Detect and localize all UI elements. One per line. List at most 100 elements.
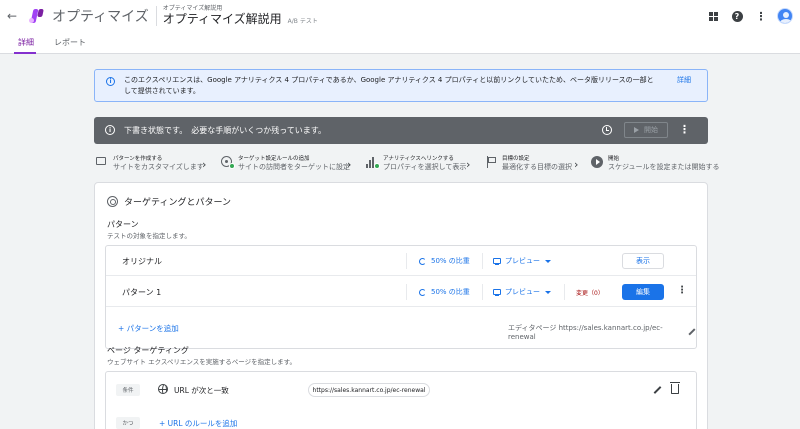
- editor-page-text: エディタページ https://sales.kannart.co.jp/ec-r…: [508, 324, 663, 341]
- step-title: 開始: [608, 156, 620, 162]
- step-create-variants[interactable]: パターンを作成する サイトをカスタマイズします: [96, 155, 204, 172]
- start-button[interactable]: 開始: [624, 122, 668, 138]
- url-rules-box: 条件 URL が次と一致 https://sales.kannart.co.jp…: [105, 371, 697, 429]
- and-chip: かつ: [116, 417, 140, 429]
- weight-label: 50% の比重: [431, 288, 470, 296]
- column-divider: [406, 284, 407, 300]
- targeting-variants-card: ターゲティングとパターン パターン テストの対象を指定します。 オリジナル 50…: [94, 182, 708, 429]
- preview-label: プレビュー: [505, 257, 540, 265]
- step-subtitle: サイトをカスタマイズします: [113, 163, 204, 171]
- view-button[interactable]: 表示: [622, 253, 664, 269]
- sync-icon: [419, 257, 426, 265]
- breadcrumb: オプティマイズ解説用 オプティマイズ解説用 A/B テスト: [163, 6, 318, 26]
- step-link-analytics[interactable]: アナリティクスへリンクする プロパティを選択して表示: [366, 155, 466, 172]
- monitor-icon: [493, 289, 501, 297]
- chevron-right-icon: ›: [574, 158, 579, 171]
- column-divider: [482, 253, 483, 269]
- experience-type: A/B テスト: [287, 17, 318, 25]
- tab-details[interactable]: 詳細: [18, 37, 34, 48]
- more-vert-icon[interactable]: ⋮: [677, 285, 687, 296]
- info-details-link[interactable]: 詳細: [677, 75, 691, 85]
- variants-section-title: パターン: [107, 220, 139, 229]
- step-subtitle: プロパティを選択して表示: [383, 163, 467, 171]
- schedule-clock-icon[interactable]: [602, 125, 612, 135]
- column-divider: [406, 253, 407, 269]
- step-add-targeting[interactable]: ターゲット設定ルールの追加 サイトの訪問者をターゲットに設定: [221, 155, 350, 172]
- pencil-icon[interactable]: [653, 386, 662, 394]
- chevron-right-icon: ›: [202, 158, 207, 171]
- active-tab-indicator: [14, 52, 36, 54]
- variant-weight[interactable]: 50% の比重: [419, 256, 470, 266]
- preview-label: プレビュー: [505, 288, 540, 296]
- url-rule-label: URL が次と一致: [174, 386, 229, 395]
- play-circle-icon: [591, 156, 603, 168]
- variants-section-subtitle: テストの対象を指定します。: [107, 232, 191, 240]
- column-divider: [482, 284, 483, 300]
- step-subtitle: サイトの訪問者をターゲットに設定: [238, 163, 350, 171]
- analytics-bars-icon: [366, 156, 380, 169]
- apps-grid-icon[interactable]: [704, 7, 722, 25]
- add-url-rule-link[interactable]: + URL のルールを追加: [159, 418, 237, 429]
- header-divider: [155, 6, 157, 26]
- step-subtitle: 最適化する目標の選択: [502, 163, 572, 171]
- step-title: 目標の設定: [502, 156, 530, 162]
- start-button-label: 開始: [644, 126, 658, 134]
- card-header: ターゲティングとパターン: [107, 195, 231, 208]
- condition-chip: 条件: [116, 384, 140, 396]
- play-icon: [634, 127, 639, 133]
- tab-bar: 詳細 レポート: [0, 32, 800, 54]
- help-icon[interactable]: ?: [728, 7, 746, 25]
- edit-button[interactable]: 編集: [622, 284, 664, 300]
- target-icon: [107, 196, 118, 207]
- check-badge-icon: [374, 163, 380, 169]
- step-title: ターゲット設定ルールの追加: [238, 156, 310, 162]
- variant-weight[interactable]: 50% の比重: [419, 287, 470, 297]
- preview-dropdown[interactable]: プレビュー: [493, 256, 551, 266]
- target-icon: [221, 156, 235, 169]
- column-divider: [564, 284, 565, 300]
- variant-name: パターン 1: [122, 288, 162, 297]
- variant-row-1: パターン 1 50% の比重 プレビュー 変更（0） 編集 ⋮: [106, 277, 696, 307]
- step-title: パターンを作成する: [113, 156, 163, 162]
- step-set-objectives[interactable]: 目標の設定 最適化する目標の選択: [485, 155, 572, 172]
- url-value-chip[interactable]: https://sales.kannart.co.jp/ec-renewal: [308, 383, 430, 397]
- step-title: アナリティクスへリンクする: [383, 156, 454, 162]
- info-icon: i: [106, 77, 115, 86]
- caret-down-icon: [545, 259, 551, 263]
- pencil-icon[interactable]: [688, 328, 696, 336]
- chevron-right-icon: ›: [466, 158, 471, 171]
- monitor-icon: [493, 258, 501, 266]
- delete-icon[interactable]: [670, 382, 680, 394]
- page-targeting-subtitle: ウェブサイト エクスペリエンスを実施するページを指定します。: [107, 358, 297, 366]
- flag-icon: [485, 156, 500, 168]
- info-banner-text: このエクスペリエンスは、Google アナリティクス 4 プロパティであるか、G…: [124, 76, 654, 95]
- optimize-logo: [28, 7, 46, 25]
- editor-page-url: エディタページ https://sales.kannart.co.jp/ec-r…: [508, 323, 696, 341]
- tab-reports[interactable]: レポート: [54, 37, 86, 48]
- card-title: ターゲティングとパターン: [124, 198, 232, 208]
- avatar[interactable]: [776, 7, 794, 25]
- changes-count[interactable]: 変更（0）: [576, 288, 604, 297]
- variant-row-original: オリジナル 50% の比重 プレビュー 表示: [106, 246, 696, 276]
- page-targeting-title: ページ ターゲティング: [107, 346, 189, 355]
- beta-info-banner: i このエクスペリエンスは、Google アナリティクス 4 プロパティであるか…: [94, 69, 708, 102]
- variant-name: オリジナル: [122, 257, 162, 266]
- draft-status-text: 下書き状態です。 必要な手順がいくつか残っています。: [124, 126, 326, 135]
- more-vert-icon[interactable]: ⋮: [679, 123, 690, 136]
- check-badge-icon: [229, 163, 235, 169]
- add-variant-link[interactable]: + パターンを追加: [118, 323, 179, 334]
- header-actions: ? ⋮: [698, 7, 794, 25]
- back-arrow-icon[interactable]: ←: [4, 9, 20, 23]
- info-icon: i: [105, 125, 115, 135]
- preview-dropdown[interactable]: プレビュー: [493, 287, 551, 297]
- step-start[interactable]: 開始 スケジュールを設定または開始する: [591, 155, 720, 172]
- experience-title: オプティマイズ解説用: [162, 11, 282, 26]
- sync-icon: [419, 288, 426, 296]
- globe-icon: [158, 384, 168, 394]
- weight-label: 50% の比重: [431, 257, 470, 265]
- draft-status-bar: i 下書き状態です。 必要な手順がいくつか残っています。 開始 ⋮: [94, 117, 708, 144]
- more-vert-icon[interactable]: ⋮: [752, 7, 770, 25]
- variants-table: オリジナル 50% の比重 プレビュー 表示 パターン 1 50% の比重 プレ…: [105, 245, 697, 349]
- app-header: ← オプティマイズ オプティマイズ解説用 オプティマイズ解説用 A/B テスト …: [0, 0, 800, 32]
- step-subtitle: スケジュールを設定または開始する: [608, 163, 720, 171]
